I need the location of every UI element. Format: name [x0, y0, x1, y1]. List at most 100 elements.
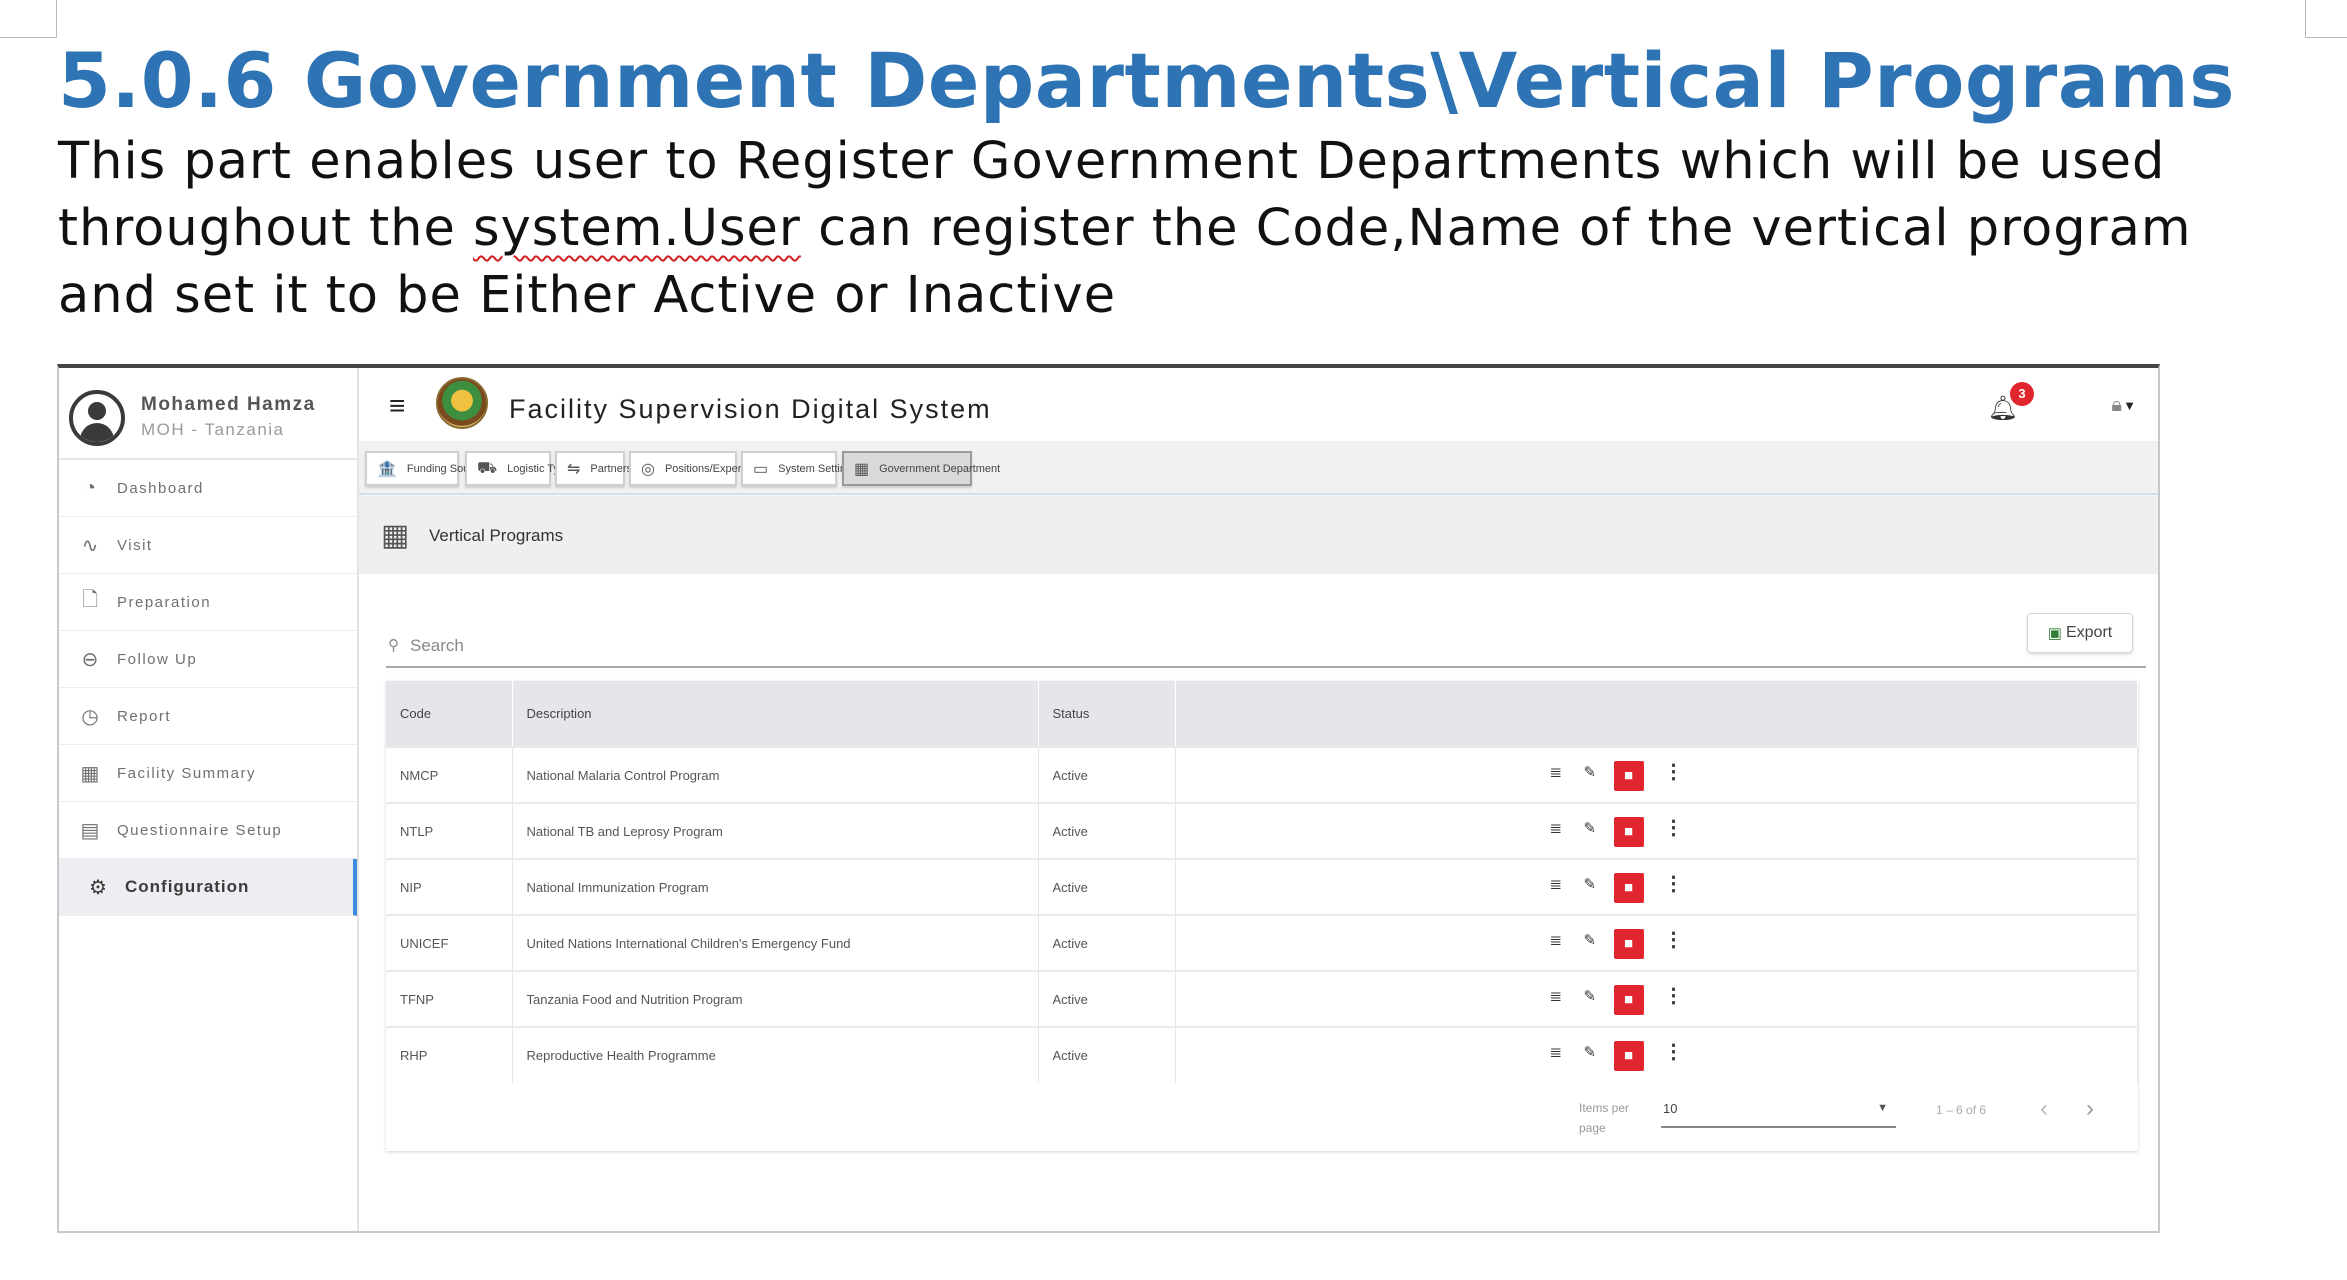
- main-content: ▦ Vertical Programs ⚲ ▣ Export Code Desc…: [359, 496, 2158, 1231]
- tab-partners[interactable]: ⇋ Partners: [555, 451, 632, 486]
- more-vertical-icon[interactable]: ⋮: [1664, 927, 1684, 952]
- cell-status: Active: [1038, 858, 1176, 915]
- more-vertical-icon[interactable]: ⋮: [1664, 759, 1684, 784]
- table-row[interactable]: NIP National Immunization Program Active ≣ ✎…: [386, 858, 2138, 915]
- sidebar-item-report[interactable]: ◷ Report: [59, 688, 357, 745]
- list-details-icon[interactable]: ≣: [1550, 1043, 1563, 1061]
- sidebar-item-facility-summary[interactable]: ▦ Facility Summary: [59, 745, 357, 802]
- pencil-edit-icon[interactable]: ✎: [1584, 763, 1597, 781]
- column-header-actions: [1175, 681, 2138, 747]
- trash-delete-icon[interactable]: ■: [1613, 873, 1644, 903]
- avatar[interactable]: [69, 390, 125, 446]
- sidebar-item-dashboard[interactable]: ◔ Dashboard: [59, 460, 357, 517]
- cell-status: Active: [1038, 970, 1176, 1027]
- export-button[interactable]: ▣ Export: [2027, 613, 2133, 653]
- sidebar-item-label: Facility Summary: [117, 764, 257, 782]
- list-details-icon[interactable]: ≣: [1550, 819, 1563, 837]
- more-vertical-icon[interactable]: ⋮: [1664, 815, 1684, 840]
- document-paragraph: This part enables user to Register Gover…: [58, 128, 2288, 329]
- table-row[interactable]: NTLP National TB and Leprosy Program Activ…: [386, 802, 2138, 859]
- next-page-icon[interactable]: ›: [2086, 1095, 2094, 1123]
- minus-circle-icon: ⊖: [81, 648, 99, 671]
- tab-label: Partners: [590, 462, 632, 475]
- cell-description: United Nations International Children's …: [512, 914, 1039, 971]
- document-heading: 5.0.6 Government Departments\Vertical Pr…: [58, 36, 2235, 125]
- cell-code: NIP: [386, 858, 513, 915]
- items-per-page-select[interactable]: 10 ▼: [1661, 1098, 1896, 1128]
- pencil-edit-icon[interactable]: ✎: [1584, 1043, 1597, 1061]
- pencil-edit-icon[interactable]: ✎: [1584, 819, 1597, 837]
- sidebar-item-follow-up[interactable]: ⊖ Follow Up: [59, 631, 357, 688]
- hamburger-menu-icon[interactable]: ≡: [389, 392, 405, 420]
- previous-page-icon[interactable]: ‹: [2040, 1095, 2048, 1123]
- caret-down-icon[interactable]: ▼: [2123, 398, 2136, 413]
- sidebar-item-questionnaire-setup[interactable]: ▤ Questionnaire Setup: [59, 802, 357, 859]
- embedded-app-screenshot: Mohamed Hamza MOH - Tanzania ◔ Dashboard ∿…: [57, 364, 2160, 1233]
- column-header-code[interactable]: Code: [386, 681, 513, 747]
- column-header-status[interactable]: Status: [1038, 681, 1176, 747]
- notification-badge[interactable]: 3: [2010, 382, 2034, 406]
- list-details-icon[interactable]: ≣: [1550, 987, 1563, 1005]
- trash-delete-icon[interactable]: ■: [1613, 1041, 1644, 1071]
- trash-delete-icon[interactable]: ■: [1613, 985, 1644, 1015]
- list-details-icon[interactable]: ≣: [1550, 763, 1563, 781]
- table-row[interactable]: NMCP National Malaria Control Program Acti…: [386, 746, 2138, 803]
- cell-actions: ≣ ✎ ■ ⋮: [1175, 746, 2138, 803]
- sidebar-item-visit[interactable]: ∿ Visit: [59, 517, 357, 574]
- tab-funding-source[interactable]: 🏦 Funding Source: [365, 451, 485, 486]
- column-header-description[interactable]: Description: [512, 681, 1039, 747]
- cell-status: Active: [1038, 914, 1176, 971]
- tab-system-settings[interactable]: ▭ System Settings: [741, 451, 858, 486]
- pencil-edit-icon[interactable]: ✎: [1584, 987, 1597, 1005]
- coat-of-arms-logo: [436, 377, 488, 429]
- app-title: Facility Supervision Digital System: [509, 394, 992, 424]
- sidebar: Mohamed Hamza MOH - Tanzania ◔ Dashboard ∿…: [59, 368, 359, 1231]
- caret-down-icon: ▼: [1877, 1102, 1888, 1114]
- page-header: ▦ Vertical Programs: [359, 496, 2158, 574]
- trash-delete-icon[interactable]: ■: [1613, 929, 1644, 959]
- table-row[interactable]: UNICEF United Nations International Child…: [386, 914, 2138, 971]
- more-vertical-icon[interactable]: ⋮: [1664, 871, 1684, 896]
- pencil-edit-icon[interactable]: ✎: [1584, 875, 1597, 893]
- list-details-icon[interactable]: ≣: [1550, 875, 1563, 893]
- cell-code: RHP: [386, 1026, 513, 1083]
- user-organization: MOH - Tanzania: [141, 420, 285, 439]
- target-icon: ◎: [641, 460, 655, 478]
- more-vertical-icon[interactable]: ⋮: [1664, 983, 1684, 1008]
- cell-code: UNICEF: [386, 914, 513, 971]
- user-name: Mohamed Hamza: [141, 394, 316, 415]
- sidebar-item-preparation[interactable]: 🗋 Preparation: [59, 574, 357, 631]
- truck-icon: ⛟: [477, 459, 498, 477]
- config-tabbar: 🏦 Funding Source ⛟ Logistic Type ⇋ Partners ◎ P…: [359, 441, 2158, 495]
- lock-user-icon[interactable]: 🔒︎: [2111, 394, 2122, 417]
- list-details-icon[interactable]: ≣: [1550, 931, 1563, 949]
- paginator: Items per page 10 ▼ 1 – 6 of 6 ‹ ›: [386, 1083, 2138, 1151]
- sidebar-item-configuration[interactable]: ⚙ Configuration: [59, 859, 357, 916]
- cell-actions: ≣ ✎ ■ ⋮: [1175, 858, 2138, 915]
- page-title: Vertical Programs: [429, 526, 564, 545]
- cell-code: TFNP: [386, 970, 513, 1027]
- pencil-edit-icon[interactable]: ✎: [1584, 931, 1597, 949]
- cell-description: National TB and Leprosy Program: [512, 802, 1039, 859]
- sidebar-item-label: Questionnaire Setup: [117, 821, 283, 839]
- search-input[interactable]: [410, 636, 1010, 656]
- programs-table: Code Description Status NMCP National Mal…: [386, 681, 2138, 1083]
- more-vertical-icon[interactable]: ⋮: [1664, 1039, 1684, 1064]
- misspelled-word: system.User: [473, 199, 801, 258]
- tab-logistic-type[interactable]: ⛟ Logistic Type: [465, 451, 571, 486]
- trash-delete-icon[interactable]: ■: [1613, 761, 1644, 791]
- tab-positions-expertise[interactable]: ◎ Positions/Expertise: [629, 451, 759, 486]
- cell-description: National Immunization Program: [512, 858, 1039, 915]
- cell-actions: ≣ ✎ ■ ⋮: [1175, 914, 2138, 971]
- table-row[interactable]: TFNP Tanzania Food and Nutrition Program A…: [386, 970, 2138, 1027]
- trash-delete-icon[interactable]: ■: [1613, 817, 1644, 847]
- tab-government-department[interactable]: ▦ Government Department: [842, 451, 1000, 486]
- clipboard-icon: ▤: [80, 819, 100, 842]
- items-per-page-value: 10: [1663, 1101, 1678, 1116]
- table-row[interactable]: RHP Reproductive Health Programme Active ≣ ✎…: [386, 1026, 2138, 1083]
- pulse-icon: ∿: [81, 534, 99, 557]
- search-icon: ⚲: [388, 637, 399, 654]
- excel-file-icon: ▣: [2047, 625, 2062, 642]
- sidebar-item-label: Configuration: [125, 877, 250, 896]
- tab-label: Government Department: [879, 462, 1001, 475]
